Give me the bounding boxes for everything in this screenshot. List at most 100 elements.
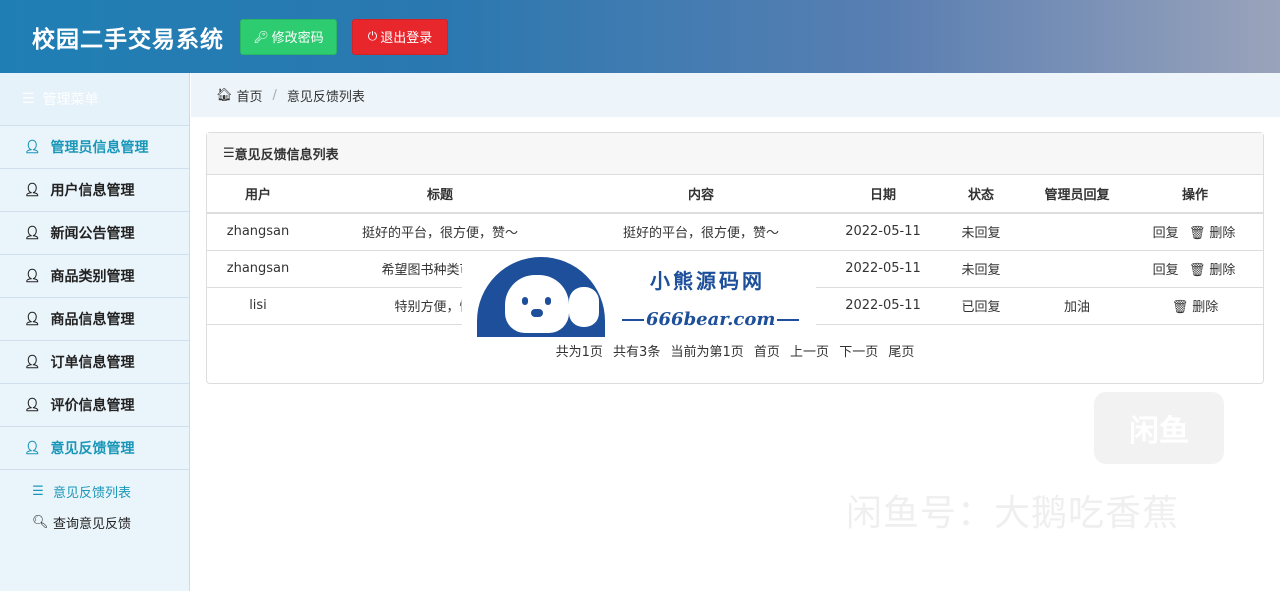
sidebar-item-news[interactable]: 👤︎ 新闻公告管理	[0, 212, 189, 255]
pager-first[interactable]: 首页	[754, 345, 780, 360]
sidebar-item-label: 评价信息管理	[50, 398, 135, 414]
delete-label: 删除	[1209, 263, 1236, 278]
sidebar-item-label: 管理员信息管理	[50, 140, 149, 156]
column-header-reply: 管理员回复	[1027, 175, 1127, 214]
pager-next[interactable]: 下一页	[839, 345, 878, 360]
cell-status: 未回复	[935, 250, 1027, 288]
column-header-user: 用户	[207, 175, 309, 214]
delete-label: 删除	[1192, 300, 1219, 315]
pager-total-pages: 共为1页	[555, 344, 603, 360]
panel-title: 意见反馈信息列表	[234, 148, 339, 163]
sidebar-subitem-label: 意见反馈列表	[53, 486, 132, 501]
sidebar-item-label: 订单信息管理	[50, 355, 135, 371]
list-icon: ☰	[223, 146, 235, 161]
sidebar-item-label: 商品信息管理	[50, 312, 135, 328]
pager-current: 当前为第1页	[670, 344, 744, 360]
trash-icon: 🗑︎	[1188, 263, 1206, 278]
change-password-button[interactable]: 🔑︎ 修改密码	[240, 18, 337, 55]
bear-logo-icon	[477, 257, 605, 337]
menu-icon: ☰	[22, 91, 35, 107]
logout-label: 退出登录	[380, 31, 433, 46]
cell-date: 2022-05-11	[831, 250, 935, 288]
trash-icon: 🗑︎	[1171, 300, 1189, 315]
table-header-row: 用户 标题 内容 日期 状态 管理员回复 操作	[207, 175, 1263, 214]
user-icon: 👤︎	[24, 354, 41, 370]
top-header: 校园二手交易系统 🔑︎ 修改密码 ⏻ 退出登录	[0, 0, 1280, 73]
sidebar-subitem-feedback-search[interactable]: 🔍︎ 查询意见反馈	[0, 507, 189, 538]
delete-link[interactable]: 🗑︎ 删除	[1187, 226, 1238, 241]
home-icon: 🏠︎	[216, 87, 233, 103]
sidebar-item-products[interactable]: 👤︎ 商品信息管理	[0, 298, 189, 341]
sidebar-item-feedback[interactable]: 👤︎ 意见反馈管理	[0, 427, 189, 470]
sidebar-item-admin[interactable]: 👤︎ 管理员信息管理	[0, 126, 189, 169]
watermark-site-name: 小熊源码网	[650, 269, 765, 293]
column-header-status: 状态	[935, 175, 1027, 214]
sidebar: ☰ 管理菜单 👤︎ 管理员信息管理 👤︎ 用户信息管理 👤︎ 新闻公告管理 👤︎…	[0, 73, 190, 591]
cell-date: 2022-05-11	[831, 287, 935, 325]
pager-prev[interactable]: 上一页	[790, 345, 829, 360]
list-icon: ☰	[32, 484, 44, 499]
sidebar-item-orders[interactable]: 👤︎ 订单信息管理	[0, 341, 189, 384]
cell-actions: 回复 🗑︎ 删除	[1127, 213, 1263, 251]
cell-title: 挺好的平台，很方便，赞～	[309, 213, 571, 251]
sidebar-subitem-feedback-list[interactable]: ☰ 意见反馈列表	[0, 476, 189, 507]
cell-reply	[1027, 213, 1127, 251]
column-header-title: 标题	[309, 175, 571, 214]
delete-link[interactable]: 🗑︎ 删除	[1170, 300, 1221, 315]
cell-reply	[1027, 250, 1127, 288]
breadcrumb: 🏠︎ 首页 / 意见反馈列表	[191, 73, 1280, 117]
sidebar-item-users[interactable]: 👤︎ 用户信息管理	[0, 169, 189, 212]
key-icon: 🔑︎	[253, 29, 269, 44]
user-icon: 👤︎	[24, 268, 41, 284]
delete-label: 删除	[1209, 226, 1236, 242]
column-header-content: 内容	[571, 175, 831, 214]
sidebar-item-label: 用户信息管理	[50, 183, 135, 199]
pagination: 共为1页 共有3条 当前为第1页 首页 上一页 下一页 尾页	[207, 341, 1263, 360]
column-header-actions: 操作	[1127, 175, 1263, 214]
cell-date: 2022-05-11	[831, 213, 935, 251]
pager-total-items: 共有3条	[613, 344, 661, 360]
column-header-date: 日期	[831, 175, 935, 214]
user-icon: 👤︎	[24, 139, 41, 155]
cell-status: 已回复	[935, 287, 1027, 325]
user-icon: 👤︎	[24, 225, 41, 241]
sidebar-item-label: 新闻公告管理	[50, 226, 135, 242]
sidebar-item-label: 商品类别管理	[50, 269, 135, 285]
change-password-label: 修改密码	[271, 31, 324, 46]
reply-link[interactable]: 回复	[1153, 226, 1179, 241]
breadcrumb-current: 意见反馈列表	[286, 89, 365, 105]
delete-link[interactable]: 🗑︎ 删除	[1187, 263, 1238, 278]
trash-icon: 🗑︎	[1188, 226, 1206, 242]
sidebar-header: ☰ 管理菜单	[0, 73, 189, 126]
reply-link[interactable]: 回复	[1153, 263, 1179, 278]
search-icon: 🔍︎	[32, 515, 49, 530]
sidebar-title: 管理菜单	[42, 92, 99, 108]
user-icon: 👤︎	[24, 440, 41, 456]
cell-status: 未回复	[935, 213, 1027, 251]
cell-actions: 回复 🗑︎ 删除	[1127, 250, 1263, 288]
sidebar-item-label: 意见反馈管理	[50, 441, 135, 457]
user-icon: 👤︎	[24, 397, 41, 413]
logout-button[interactable]: ⏻ 退出登录	[352, 18, 448, 55]
xianyu-badge: 闲鱼	[1094, 392, 1224, 464]
sidebar-item-categories[interactable]: 👤︎ 商品类别管理	[0, 255, 189, 298]
cell-actions: 🗑︎ 删除	[1127, 287, 1263, 325]
cell-content: 挺好的平台，很方便，赞～	[571, 213, 831, 251]
sidebar-item-reviews[interactable]: 👤︎ 评价信息管理	[0, 384, 189, 427]
watermark-logo: 小熊源码网 666bear.com	[462, 251, 816, 341]
app-title: 校园二手交易系统	[32, 26, 224, 53]
breadcrumb-home[interactable]: 首页	[237, 86, 263, 105]
sidebar-subitem-label: 查询意见反馈	[53, 517, 132, 532]
cell-user: zhangsan	[207, 213, 309, 251]
breadcrumb-separator: /	[272, 87, 277, 103]
user-icon: 👤︎	[24, 311, 41, 327]
cell-user: lisi	[207, 287, 309, 325]
cell-reply: 加油	[1027, 287, 1127, 325]
power-icon: ⏻	[367, 29, 378, 43]
xianyu-account-watermark: 闲鱼号：大鹅吃香蕉	[846, 493, 1180, 534]
watermark-site-url: 666bear.com	[620, 309, 801, 330]
cell-user: zhangsan	[207, 250, 309, 288]
user-icon: 👤︎	[24, 182, 41, 198]
panel-header: ☰ 意见反馈信息列表	[207, 133, 1263, 175]
pager-last[interactable]: 尾页	[888, 345, 914, 360]
